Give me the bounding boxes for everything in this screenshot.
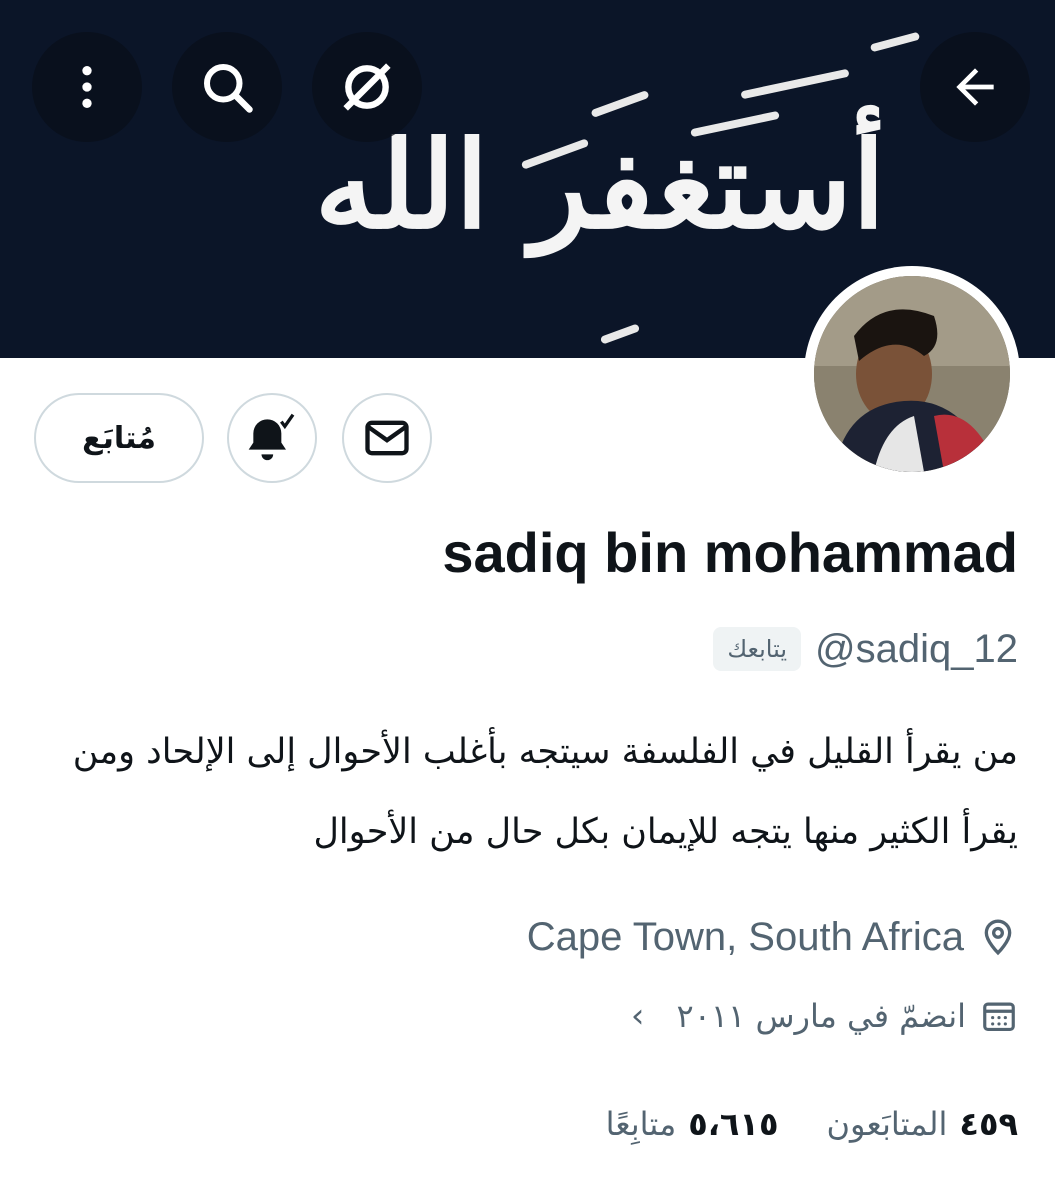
bio-line: يقرأ الكثير منها يتجه للإيمان بكل حال من…: [313, 812, 1018, 852]
banner-decoration: [869, 31, 921, 53]
back-button[interactable]: [920, 32, 1030, 142]
joined-date: انضمّ في مارس ٢٠١١: [676, 997, 966, 1035]
banner-decoration: [740, 68, 850, 100]
more-button[interactable]: [32, 32, 142, 142]
location-row: Cape Town, South Africa: [527, 905, 1018, 969]
arrow-left-icon: [956, 68, 994, 106]
profile-bio: من يقرأ القليل في الفلسفة سيتجه بأغلب ال…: [28, 712, 1018, 872]
followers-stat[interactable]: ٤٥٩ المتابَعون: [826, 1105, 1018, 1143]
following-button[interactable]: مُتابَع: [34, 393, 204, 483]
mail-icon: [365, 420, 409, 456]
banner-decoration: [590, 89, 650, 119]
joined-row[interactable]: ‹ انضمّ في مارس ٢٠١١: [631, 990, 1018, 1042]
profile-avatar[interactable]: [804, 266, 1020, 482]
bell-check-icon: [248, 413, 295, 461]
search-icon: [204, 64, 253, 113]
search-button[interactable]: [172, 32, 282, 142]
banner-decoration: [599, 323, 641, 345]
profile-location: Cape Town, South Africa: [526, 914, 964, 959]
message-button[interactable]: [342, 393, 432, 483]
profile-name: sadiq bin mohammad: [442, 521, 1018, 584]
profile-handle: @sadiq_12: [815, 626, 1018, 671]
following-label: متابِعًا: [605, 1105, 677, 1143]
notifications-button[interactable]: [227, 393, 317, 483]
following-stat[interactable]: ٥،٦١٥ متابِعًا: [606, 1105, 779, 1143]
grok-button[interactable]: [312, 32, 422, 142]
avatar-photo: [814, 276, 1010, 472]
avatar: [814, 276, 1010, 472]
following-count: ٥،٦١٥: [688, 1105, 779, 1143]
grok-icon: [343, 63, 391, 111]
followers-count: ٤٥٩: [959, 1105, 1018, 1143]
followers-label: المتابَعون: [826, 1105, 948, 1143]
handle-row: يتابعك @sadiq_12: [713, 616, 1018, 682]
chevron-left-icon: ‹: [630, 996, 645, 1036]
location-pin-icon: [984, 919, 1012, 956]
calendar-icon: [983, 1002, 1015, 1032]
more-vertical-icon: [82, 66, 92, 108]
stats-row: ٤٥٩ المتابَعون ٥،٦١٥ متابِعًا: [606, 1098, 1018, 1150]
follows-you-badge: يتابعك: [713, 627, 802, 671]
bio-line: من يقرأ القليل في الفلسفة سيتجه بأغلب ال…: [72, 732, 1018, 772]
